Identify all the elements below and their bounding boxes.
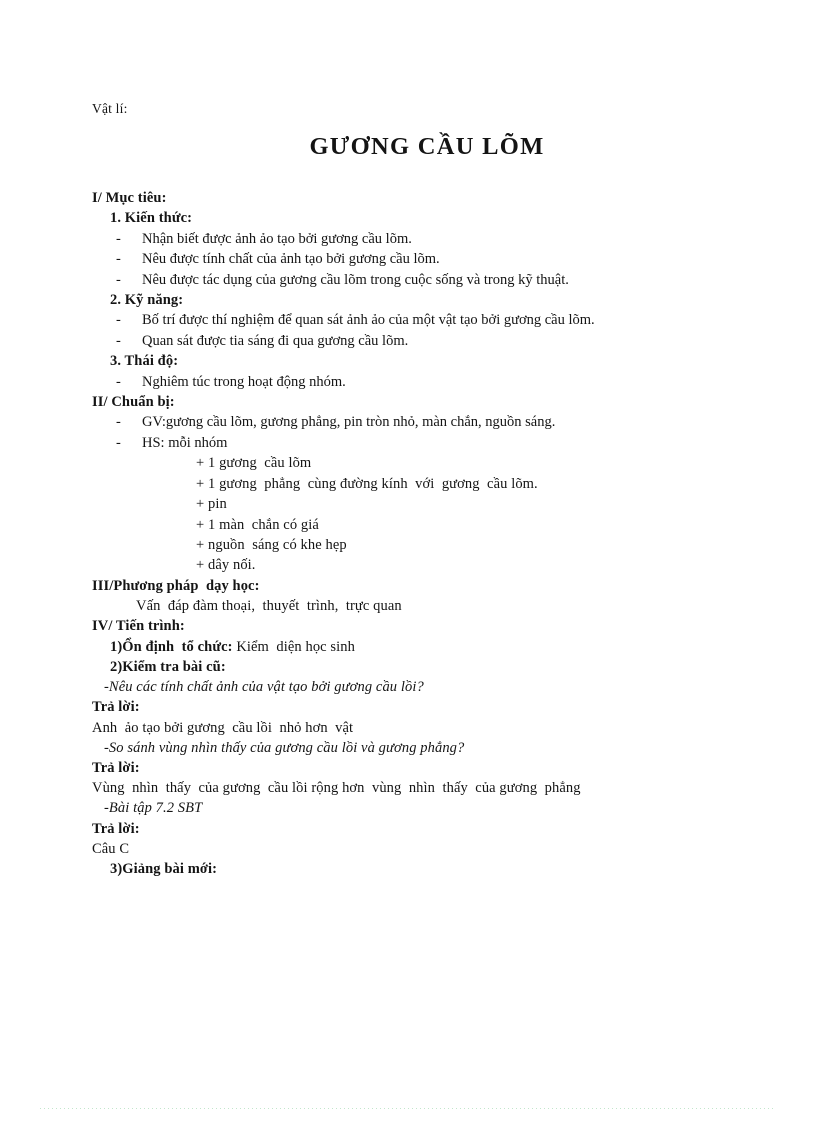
material-subitem: + nguồn sáng có khe hẹp [196, 536, 347, 553]
list-item: - Nhận biết được ảnh ảo tạo bởi gương cầ… [92, 229, 732, 249]
section-heading-method: III/Phương pháp dạy học: [92, 577, 260, 594]
list-item: - HS: mỗi nhóm [92, 433, 732, 453]
list-item-text: Nêu được tính chất của ảnh tạo bởi gương… [142, 251, 440, 268]
bullet-dash: - [116, 271, 121, 288]
bullet-dash: - [116, 434, 121, 451]
procedure-step-2-label: 2)Kiểm tra bài cũ: [110, 658, 226, 675]
subsection-heading-knowledge: 1. Kiến thức: [110, 210, 193, 227]
document-page: Vật lí: GƯƠNG CẦU LÕM I/ Mục tiêu: 1. Ki… [0, 0, 816, 1123]
list-item-text: Nêu được tác dụng của gương cầu lõm tron… [142, 271, 569, 288]
subject-label: Vật lí: [92, 101, 128, 116]
procedure-step-1-text: Kiểm diện học sinh [232, 638, 356, 655]
teacher-materials-text: GV:gương cầu lõm, gương phẳng, pin tròn … [142, 414, 556, 431]
material-subitem: + 1 màn chắn có giá [196, 516, 319, 533]
document-title: GƯƠNG CẦU LÕM [309, 133, 545, 160]
list-item: - GV:gương cầu lõm, gương phẳng, pin trò… [92, 412, 732, 432]
bullet-dash: - [116, 414, 121, 431]
review-question: -So sánh vùng nhìn thấy của gương cầu lồ… [104, 739, 465, 756]
review-question: -Bài tập 7.2 SBT [104, 800, 203, 817]
list-item-text: Nghiêm túc trong hoạt động nhóm. [142, 373, 346, 390]
list-item: - Nêu được tác dụng của gương cầu lõm tr… [92, 270, 732, 290]
material-subitem: + 1 gương phẳng cùng đường kính với gươn… [196, 475, 538, 492]
bullet-dash: - [116, 251, 121, 268]
student-materials-text: HS: mỗi nhóm [142, 434, 228, 451]
list-item-text: Quan sát được tia sáng đi qua gương cầu … [142, 332, 409, 349]
list-item-text: Bố trí được thí nghiệm để quan sát ảnh ả… [142, 312, 595, 329]
procedure-step-3-label: 3)Giảng bài mới: [110, 860, 218, 877]
procedure-step-1-label: 1)Ổn định tổ chức: [110, 638, 233, 655]
section-heading-objectives: I/ Mục tiêu: [92, 190, 167, 206]
answer-text: Câu C [92, 840, 130, 857]
answer-text: Vùng nhìn thấy của gương cầu lồi rộng hơ… [92, 780, 581, 797]
document-body: Vật lí: GƯƠNG CẦU LÕM I/ Mục tiêu: 1. Ki… [92, 100, 732, 879]
bullet-dash: - [116, 230, 121, 247]
procedure-step-1: 1)Ổn định tổ chức: Kiểm diện học sinh [92, 637, 732, 657]
review-question: -Nêu các tính chất ảnh của vật tạo bởi g… [104, 679, 424, 696]
material-subitem: + dây nối. [196, 557, 256, 574]
subsection-heading-attitude: 3. Thái độ: [110, 353, 179, 370]
list-item: - Nghiêm túc trong hoạt động nhóm. [92, 372, 732, 392]
answer-label: Trả lời: [92, 759, 140, 776]
list-item: - Quan sát được tia sáng đi qua gương cầ… [92, 331, 732, 351]
subsection-heading-skills: 2. Kỹ năng: [110, 292, 184, 309]
answer-text: Anh ảo tạo bởi gương cầu lồi nhỏ hơn vật [92, 719, 354, 736]
method-text: Vấn đáp đàm thoại, thuyết trình, trực qu… [136, 598, 402, 615]
answer-label: Trả lời: [92, 699, 140, 716]
bullet-dash: - [116, 332, 121, 349]
answer-label: Trả lời: [92, 820, 140, 837]
list-item: - Bố trí được thí nghiệm để quan sát ảnh… [92, 310, 732, 330]
scan-artifact-dotted-line [40, 1108, 776, 1109]
title-spacer [92, 162, 732, 188]
bullet-dash: - [116, 312, 121, 329]
bullet-dash: - [116, 373, 121, 390]
material-subitem: + pin [196, 496, 227, 513]
list-item: - Nêu được tính chất của ảnh tạo bởi gươ… [92, 249, 732, 269]
material-subitem: + 1 gương cầu lõm [196, 455, 312, 472]
section-heading-preparation: II/ Chuẩn bị: [92, 394, 175, 411]
section-heading-procedure: IV/ Tiến trình: [92, 618, 185, 635]
list-item-text: Nhận biết được ảnh ảo tạo bởi gương cầu … [142, 230, 412, 247]
